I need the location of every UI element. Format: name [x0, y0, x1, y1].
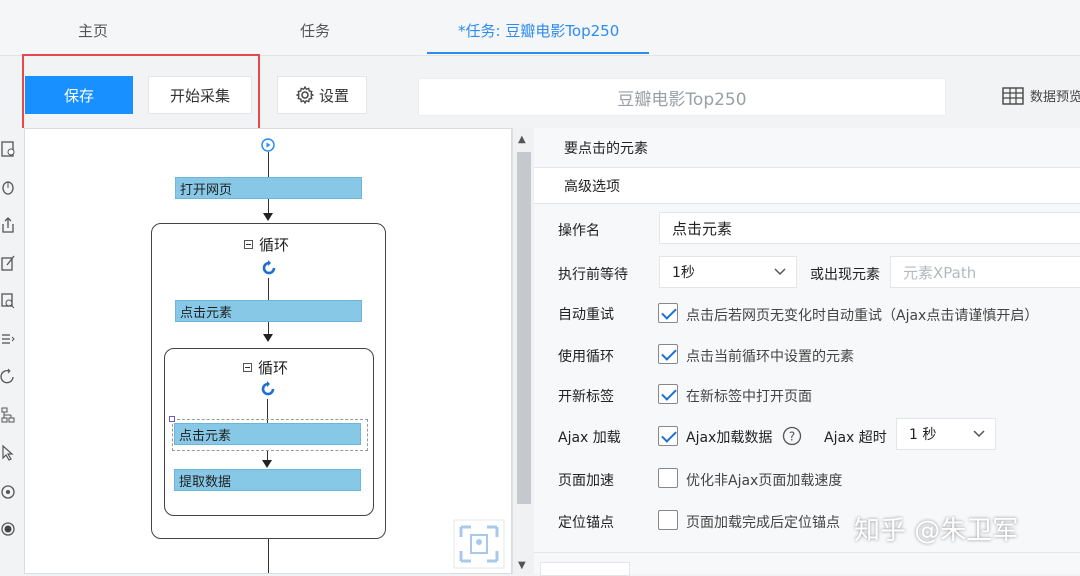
- ajax-timeout-label: Ajax 超时: [824, 430, 887, 446]
- click-tool-icon[interactable]: [0, 178, 16, 196]
- tool-icon-strip: [0, 128, 24, 574]
- op-name-input[interactable]: 点击元素: [659, 212, 1080, 244]
- connector: [268, 152, 269, 178]
- wait-value: 1秒: [672, 265, 695, 281]
- gear-icon: [295, 85, 315, 105]
- step-click-element[interactable]: 点击元素: [175, 300, 362, 322]
- highlight-box: [22, 54, 260, 136]
- ajax-timeout-select[interactable]: 1 秒: [896, 418, 996, 450]
- ajax-label: Ajax 加载: [558, 430, 621, 446]
- anchor-text: 页面加载完成后定位锚点: [686, 515, 840, 531]
- scroll-up-icon[interactable]: ▲: [518, 134, 526, 145]
- loop-block-inner[interactable]: 循环 点击元素 提取数据: [164, 348, 374, 516]
- step-click-element-selected[interactable]: 点击元素: [174, 423, 361, 445]
- selection-handle[interactable]: [169, 416, 175, 422]
- arrow-down-icon: [263, 334, 273, 342]
- canvas-scrollbar[interactable]: ▲ ▼: [512, 128, 534, 574]
- scroll-thumb[interactable]: [517, 152, 531, 504]
- properties-panel: 要点击的元素 高级选项 操作名 点击元素 执行前等待 1秒 或出现元素 元素XP…: [534, 128, 1080, 576]
- mouse-hover-tool-icon[interactable]: [0, 444, 16, 462]
- retry-label: 自动重试: [558, 307, 614, 323]
- recognize-tool-icon[interactable]: [0, 292, 16, 310]
- loop-label: 循环: [258, 359, 289, 377]
- divider: [534, 552, 1080, 553]
- open-page-tool-icon[interactable]: [0, 140, 16, 158]
- wait-label: 执行前等待: [558, 267, 628, 283]
- scroll-down-icon[interactable]: ▼: [518, 560, 526, 571]
- workflow-canvas[interactable]: 打开网页 循环 点击元素 循环 点击元素 提取数据: [24, 128, 512, 574]
- input-text-tool-icon[interactable]: [0, 254, 16, 272]
- new-tab-checkbox[interactable]: [658, 384, 678, 404]
- collapse-icon[interactable]: [243, 363, 252, 372]
- appear-element-label: 或出现元素: [810, 267, 880, 283]
- loop-label: 循环: [259, 236, 290, 254]
- loop-block-outer[interactable]: 循环 点击元素 循环 点击元素 提取数据: [151, 223, 386, 539]
- table-icon: [1002, 86, 1024, 105]
- switch-dropdown-tool-icon[interactable]: [0, 330, 16, 348]
- page-speedup-text: 优化非Ajax页面加载速度: [686, 473, 843, 489]
- use-loop-label: 使用循环: [558, 349, 614, 365]
- section-target-element[interactable]: 要点击的元素: [534, 128, 1080, 168]
- page-speedup-label: 页面加速: [558, 473, 614, 489]
- tab-tasks[interactable]: 任务: [300, 20, 330, 41]
- step-open-page[interactable]: 打开网页: [175, 177, 362, 199]
- loop-refresh-icon: [262, 260, 276, 275]
- connector: [268, 539, 269, 573]
- watermark: 知乎 @朱卫军: [854, 516, 1019, 546]
- anchor-label: 定位锚点: [558, 515, 614, 531]
- settings-label: 设置: [318, 86, 349, 105]
- step-extract-data[interactable]: 提取数据: [174, 469, 361, 491]
- active-tab-indicator: [427, 52, 649, 54]
- op-name-label: 操作名: [558, 223, 600, 239]
- end-tool-icon[interactable]: [0, 520, 16, 538]
- retry-checkbox[interactable]: [658, 303, 678, 323]
- use-loop-text: 点击当前循环中设置的元素: [686, 349, 854, 365]
- new-tab-label: 开新标签: [558, 389, 614, 405]
- anchor-checkbox[interactable]: [658, 510, 678, 530]
- data-preview-button[interactable]: 数据预览: [1002, 86, 1080, 105]
- tab-home[interactable]: 主页: [78, 20, 108, 41]
- ajax-checkbox[interactable]: [658, 426, 678, 446]
- collapse-icon[interactable]: [244, 240, 253, 249]
- task-name-field[interactable]: 豆瓣电影Top250: [418, 78, 946, 116]
- ajax-text: Ajax加载数据: [686, 430, 773, 446]
- page-speedup-checkbox[interactable]: [658, 468, 678, 488]
- tab-current-task[interactable]: *任务: 豆瓣电影Top250: [458, 20, 619, 41]
- settings-button[interactable]: 设置: [277, 76, 367, 114]
- wait-select[interactable]: 1秒: [659, 256, 797, 288]
- retry-text: 点击后若网页无变化时自动重试（Ajax点击请谨慎开启）: [686, 308, 1039, 324]
- arrow-down-icon: [263, 213, 273, 221]
- tab-bar: 主页 任务 *任务: 豆瓣电影Top250: [0, 0, 1080, 56]
- xpath-input[interactable]: 元素XPath: [890, 256, 1080, 288]
- loop-title-inner: 循环: [243, 357, 288, 378]
- loop-refresh-icon: [261, 381, 275, 396]
- chevron-down-icon: [973, 430, 985, 438]
- ajax-timeout-value: 1 秒: [909, 427, 937, 443]
- chevron-down-icon: [774, 268, 786, 276]
- section-advanced-options[interactable]: 高级选项: [534, 168, 1080, 204]
- wait-tool-icon[interactable]: [0, 482, 16, 500]
- connector: [268, 278, 269, 300]
- data-preview-label: 数据预览: [1030, 90, 1080, 105]
- condition-tool-icon[interactable]: [0, 406, 16, 424]
- use-loop-checkbox[interactable]: [658, 344, 678, 364]
- svg-text:?: ?: [789, 430, 795, 444]
- start-node-icon: [261, 138, 275, 152]
- fit-view-icon[interactable]: [453, 519, 505, 569]
- arrow-down-icon: [262, 460, 272, 468]
- loop-title-outer: 循环: [244, 234, 289, 255]
- help-icon[interactable]: ?: [782, 426, 802, 446]
- loop-tool-icon[interactable]: [0, 368, 16, 386]
- new-tab-text: 在新标签中打开页面: [686, 389, 812, 405]
- extract-tool-icon[interactable]: [0, 216, 16, 234]
